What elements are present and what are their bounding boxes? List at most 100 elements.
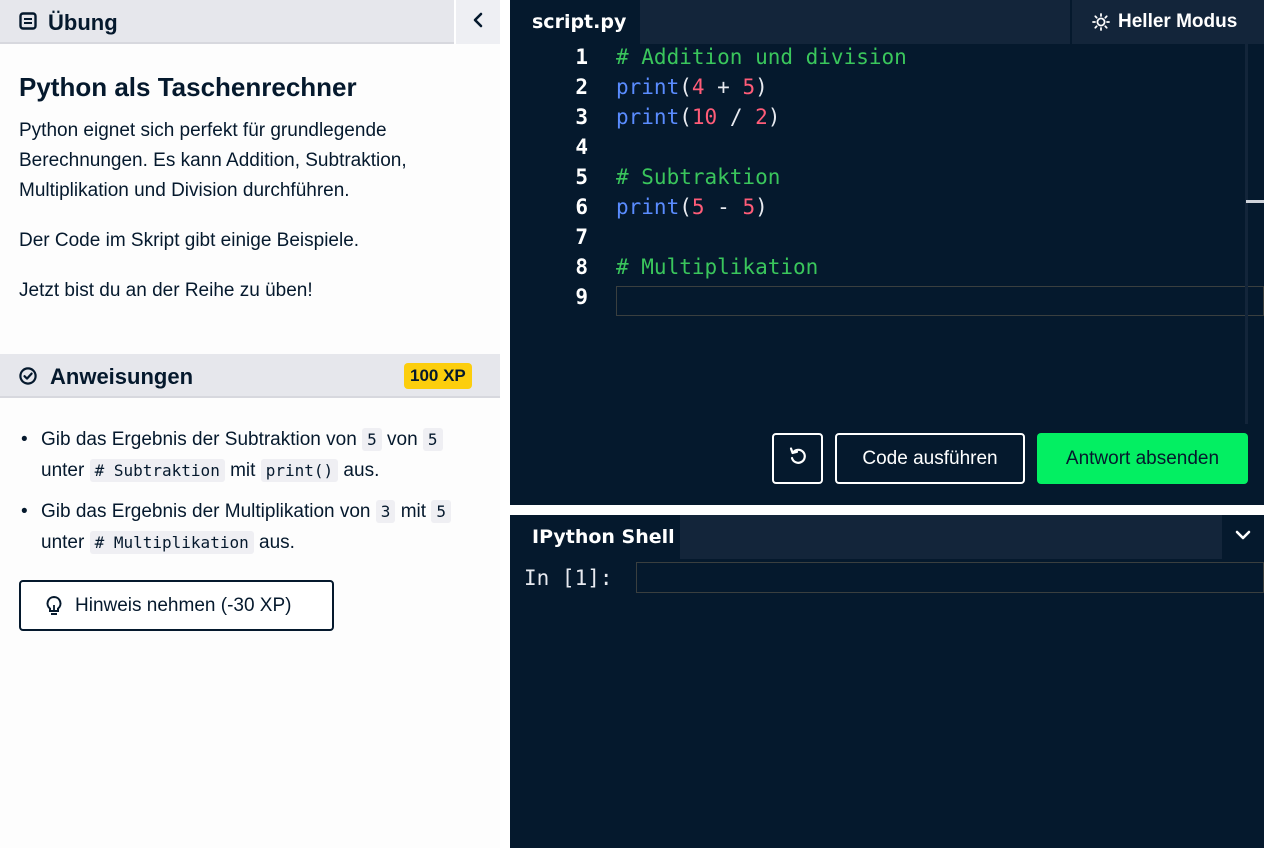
- code-function: print: [616, 75, 680, 99]
- code-paren: (: [679, 195, 692, 219]
- run-code-button[interactable]: Code ausführen: [835, 433, 1025, 484]
- code-line: 2 print(4 + 5): [510, 75, 1250, 105]
- sun-icon: [1092, 13, 1110, 31]
- code-number: 4: [691, 75, 705, 99]
- line-number: 7: [575, 225, 588, 249]
- instructions-list: Gib das Ergebnis der Subtraktion von 5 v…: [19, 424, 489, 568]
- code-line: 5 # Subtraktion: [510, 165, 1250, 195]
- instruction-text: von: [381, 429, 423, 450]
- code-line: 6 print(5 - 5): [510, 195, 1250, 225]
- instructions-header-label: Anweisungen: [50, 364, 194, 389]
- shell-prompt: In [1]:: [524, 566, 613, 590]
- code-line: 7: [510, 225, 1250, 255]
- line-number: 5: [575, 165, 588, 189]
- line-number: 8: [575, 255, 588, 279]
- instruction-item: Gib das Ergebnis der Subtraktion von 5 v…: [19, 424, 489, 486]
- code-text: print(5 - 5): [616, 195, 768, 219]
- instructions-header: Anweisungen 100 XP: [0, 354, 500, 398]
- ipython-shell: IPython Shell In [1]:: [510, 515, 1264, 848]
- line-number: 1: [575, 45, 588, 69]
- reset-code-button[interactable]: [772, 433, 823, 484]
- code-text: print(10 / 2): [616, 105, 780, 129]
- light-mode-button[interactable]: Heller Modus: [1070, 0, 1264, 44]
- code-editor: script.py Heller Modus 1 # Addition und …: [510, 0, 1264, 505]
- chevron-left-icon: [472, 12, 484, 33]
- code-paren: ): [755, 195, 768, 219]
- horizontal-splitter[interactable]: [510, 505, 1264, 515]
- code-operator: +: [704, 75, 743, 99]
- instruction-text: mit: [395, 501, 432, 522]
- instruction-text: unter: [41, 460, 90, 481]
- code-area[interactable]: 1 # Addition und division 2 print(4 + 5)…: [510, 44, 1264, 424]
- shell-collapse-button[interactable]: [1222, 515, 1264, 559]
- editor-scrollbar[interactable]: [1245, 44, 1248, 424]
- code-number: 10: [691, 105, 718, 129]
- instruction-text: Gib das Ergebnis der Subtraktion von: [41, 429, 363, 450]
- code-operator: /: [717, 105, 756, 129]
- code-paren: ): [767, 105, 781, 129]
- code-function: print: [616, 195, 680, 219]
- code-number: 2: [755, 105, 768, 129]
- editor-scroll-thumb[interactable]: [1246, 200, 1264, 203]
- vertical-splitter[interactable]: [500, 0, 510, 848]
- tab-script-py[interactable]: script.py: [510, 0, 640, 44]
- code-number: 5: [742, 195, 756, 219]
- exercise-header: Übung: [0, 0, 500, 44]
- code-number: 5: [691, 195, 705, 219]
- line-number: 9: [575, 285, 588, 309]
- line-number: 4: [575, 135, 588, 159]
- inline-code: 5: [422, 428, 443, 451]
- exercise-header-label: Übung: [48, 10, 118, 35]
- instruction-item: Gib das Ergebnis der Multiplikation von …: [19, 496, 489, 558]
- code-line: 8 # Multiplikation: [510, 255, 1250, 285]
- code-line: 1 # Addition und division: [510, 45, 1250, 75]
- code-line: 3 print(10 / 2): [510, 105, 1250, 135]
- exercise-icon: [19, 12, 37, 30]
- instruction-text: mit: [224, 460, 261, 481]
- take-hint-button[interactable]: Hinweis nehmen (-30 XP): [19, 580, 334, 631]
- exercise-title: Python als Taschenrechner: [19, 72, 357, 102]
- code-comment: # Subtraktion: [616, 165, 781, 189]
- exercise-pane: Übung Python als Taschenrechner Python e…: [0, 0, 500, 848]
- inline-code: 5: [362, 428, 382, 451]
- instruction-text: aus.: [253, 532, 295, 553]
- editor-tabbar: script.py Heller Modus: [510, 0, 1264, 44]
- chevron-down-icon: [1235, 528, 1251, 546]
- code-paren: (: [679, 105, 692, 129]
- line-number: 6: [575, 195, 588, 219]
- active-line-highlight: [616, 286, 1264, 316]
- exercise-paragraph: Jetzt bist du an der Reihe zu üben!: [19, 280, 313, 301]
- exercise-paragraph: Der Code im Skript gibt einige Beispiele…: [19, 230, 360, 251]
- code-number: 5: [742, 75, 756, 99]
- line-number: 3: [575, 105, 588, 129]
- instruction-text: Gib das Ergebnis der Multiplikation von: [41, 501, 376, 522]
- code-comment: # Addition und division: [616, 45, 907, 69]
- hint-button-label: Hinweis nehmen (-30 XP): [75, 594, 292, 616]
- submit-answer-button[interactable]: Antwort absenden: [1037, 433, 1248, 484]
- inline-code: # Multiplikation: [89, 531, 254, 554]
- code-paren: ): [755, 75, 768, 99]
- shell-input[interactable]: [636, 562, 1264, 593]
- code-operator: -: [704, 195, 743, 219]
- inline-code: print(): [260, 459, 339, 482]
- light-mode-label: Heller Modus: [1118, 11, 1238, 32]
- code-paren: (: [679, 75, 692, 99]
- tab-ipython-shell[interactable]: IPython Shell: [510, 515, 680, 559]
- bulb-icon: [45, 595, 63, 617]
- code-comment: # Multiplikation: [616, 255, 819, 279]
- line-number: 2: [575, 75, 588, 99]
- exercise-paragraph: Python eignet sich perfekt für grundlege…: [19, 120, 407, 201]
- collapse-pane-button[interactable]: [454, 0, 500, 44]
- inline-code: 3: [375, 500, 396, 523]
- instruction-text: aus.: [338, 460, 380, 481]
- exercise-content: Python als Taschenrechner Python eignet …: [19, 70, 479, 326]
- check-circle-icon: [19, 367, 37, 390]
- reset-icon: [787, 445, 809, 472]
- code-function: print: [616, 105, 680, 129]
- xp-badge: 100 XP: [404, 363, 472, 389]
- inline-code: # Subtraktion: [89, 459, 225, 482]
- code-line: 4: [510, 135, 1250, 165]
- code-text: print(4 + 5): [616, 75, 768, 99]
- inline-code: 5: [431, 500, 451, 523]
- shell-tabbar: IPython Shell: [510, 515, 1264, 559]
